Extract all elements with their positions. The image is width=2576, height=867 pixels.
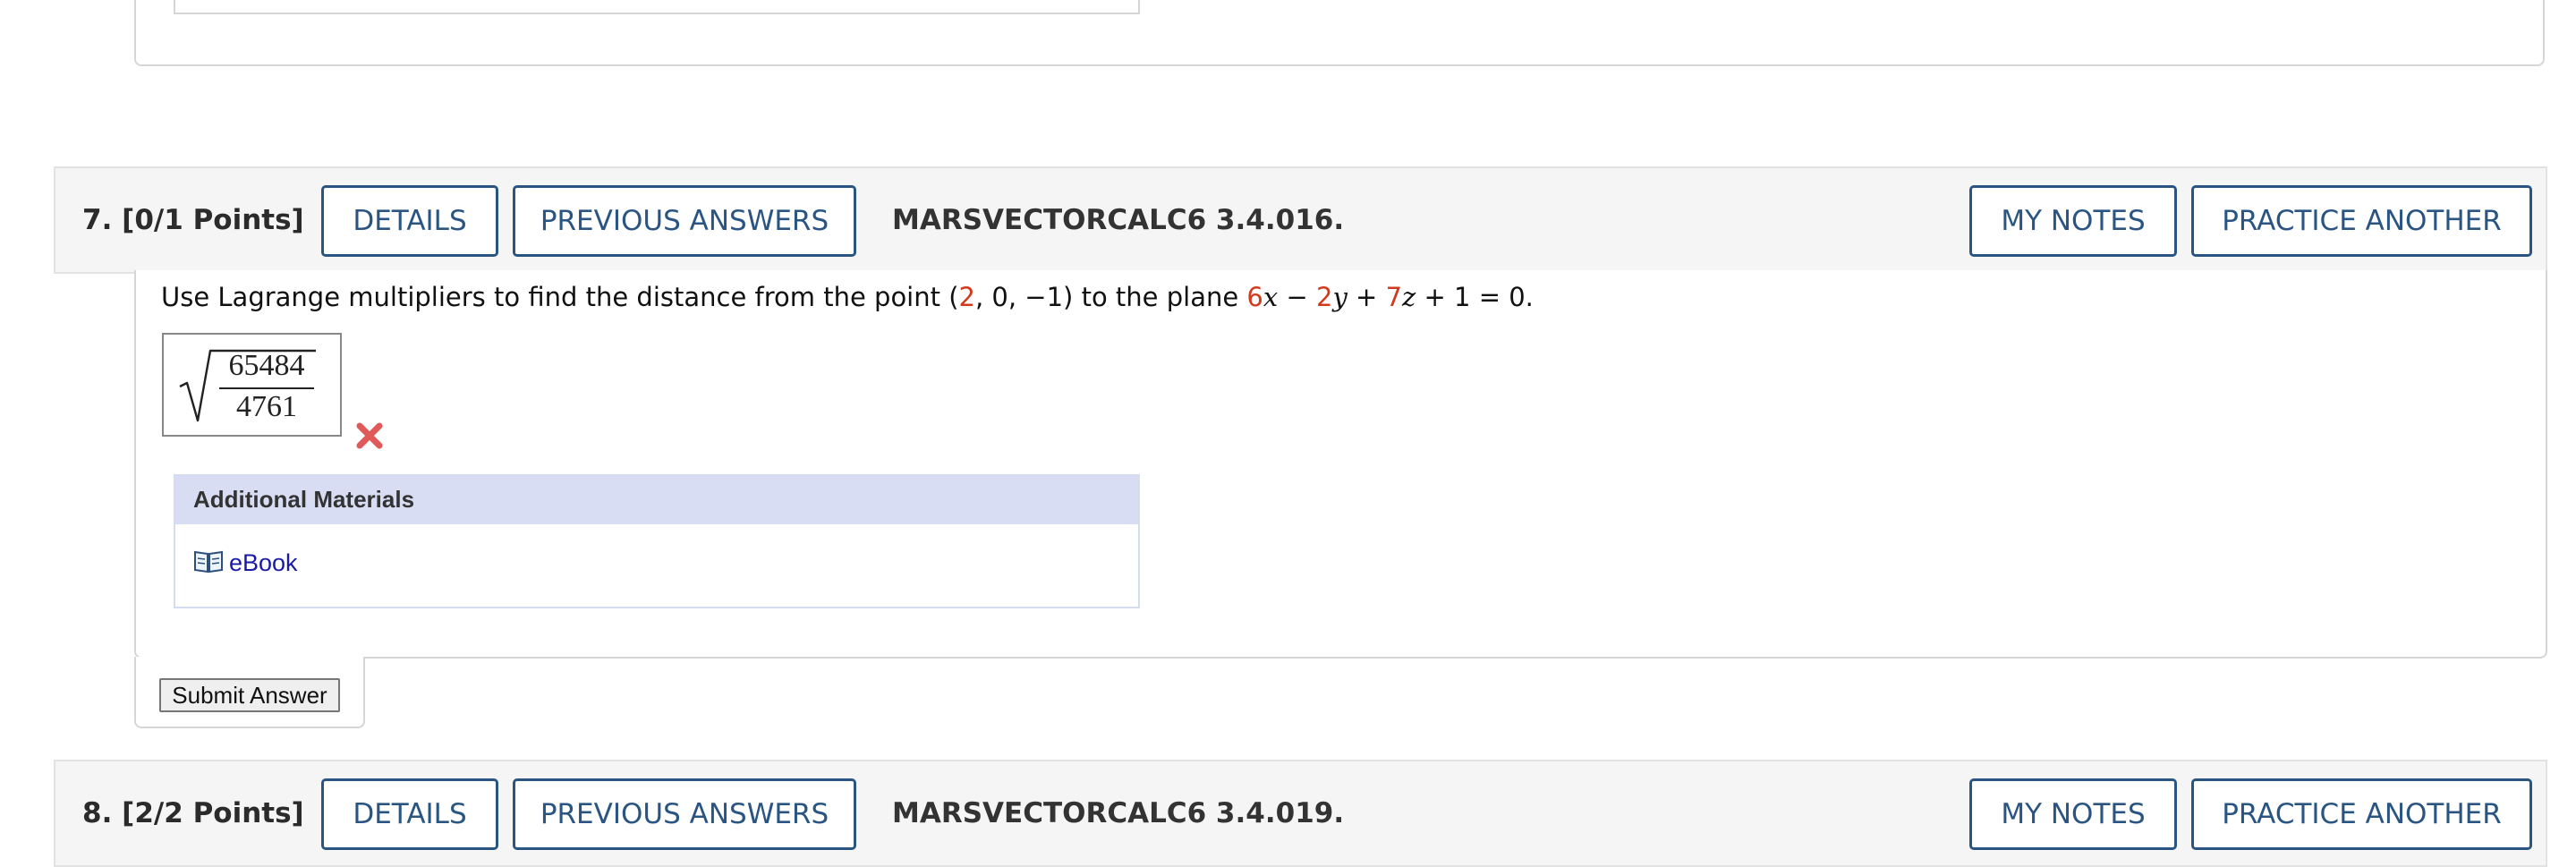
answer-numerator: 65484 xyxy=(228,349,305,382)
coef-y: 2 xyxy=(1315,282,1333,312)
answer-denominator: 4761 xyxy=(236,390,297,423)
question-code: MARSVECTORCALC6 3.4.016. xyxy=(892,204,1345,236)
additional-materials-title: Additional Materials xyxy=(193,486,415,513)
ebook-link[interactable]: eBook xyxy=(229,549,298,577)
answer-input[interactable]: 65484 4761 xyxy=(162,333,342,437)
my-notes-button[interactable]: MY NOTES xyxy=(1969,185,2177,257)
details-button[interactable]: DETAILS xyxy=(321,185,498,257)
practice-another-button[interactable]: PRACTICE ANOTHER xyxy=(2191,185,2532,257)
red-x-icon xyxy=(354,421,385,451)
points-label: [0/1 Points] xyxy=(122,204,304,236)
previous-answers-button[interactable]: PREVIOUS ANSWERS xyxy=(513,778,856,850)
details-button[interactable]: DETAILS xyxy=(321,778,498,850)
coef-x: 6 xyxy=(1246,282,1263,312)
question-number: 7. xyxy=(82,204,113,236)
point-x-value: 2 xyxy=(958,282,975,312)
practice-another-button[interactable]: PRACTICE ANOTHER xyxy=(2191,778,2532,850)
book-icon[interactable] xyxy=(193,548,224,574)
question-code: MARSVECTORCALC6 3.4.019. xyxy=(892,797,1345,829)
question-8-points: 8. [2/2 Points] xyxy=(82,797,304,829)
previous-answers-button[interactable]: PREVIOUS ANSWERS xyxy=(513,185,856,257)
question-number: 8. xyxy=(82,797,113,829)
previous-question-materials-box xyxy=(174,0,1140,14)
coef-z: 7 xyxy=(1385,282,1403,312)
question-prompt: Use Lagrange multipliers to find the dis… xyxy=(161,282,1534,312)
question-7-points: 7. [0/1 Points] xyxy=(82,204,304,236)
my-notes-button[interactable]: MY NOTES xyxy=(1969,778,2177,850)
submit-answer-button[interactable]: Submit Answer xyxy=(159,678,340,712)
points-label: [2/2 Points] xyxy=(122,797,304,829)
